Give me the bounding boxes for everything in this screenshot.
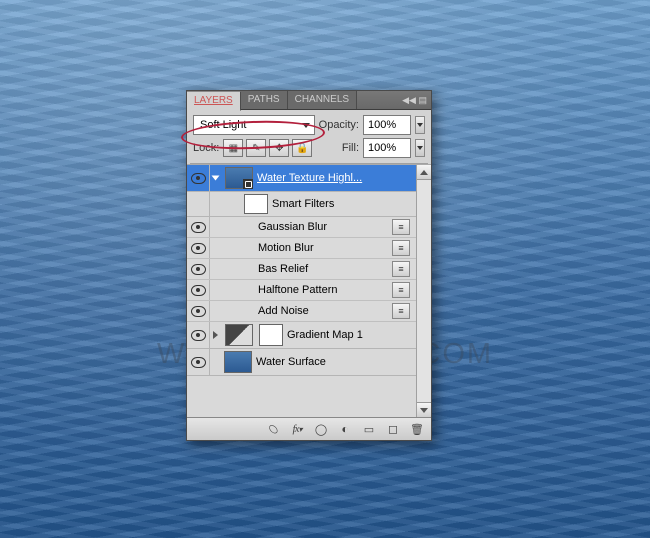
- visibility-toggle[interactable]: [187, 217, 210, 237]
- lock-all-icon[interactable]: 🔒: [292, 139, 312, 157]
- link-layers-icon[interactable]: [263, 421, 283, 437]
- visibility-toggle[interactable]: [187, 349, 210, 375]
- layers-scrollbar[interactable]: [416, 165, 431, 417]
- visibility-toggle[interactable]: [187, 259, 210, 279]
- panel-header: LAYERS PATHS CHANNELS ◀◀ ▤: [187, 91, 431, 110]
- filter-options-icon[interactable]: ≡: [392, 282, 410, 298]
- filter-name: Bas Relief: [258, 263, 392, 275]
- eye-icon: [191, 330, 206, 341]
- layer-name[interactable]: Gradient Map 1: [287, 329, 416, 341]
- lock-icons: ▦ ✎ ✥ 🔒: [223, 139, 312, 157]
- eye-icon: [191, 357, 206, 368]
- eye-icon: [191, 173, 206, 184]
- expand-icon[interactable]: [212, 176, 220, 181]
- visibility-toggle[interactable]: [187, 165, 210, 191]
- visibility-toggle[interactable]: [187, 280, 210, 300]
- visibility-toggle[interactable]: [187, 192, 210, 216]
- layer-name[interactable]: Water Texture Highl...: [257, 172, 416, 184]
- layer-style-icon[interactable]: fx▾: [287, 421, 307, 437]
- scroll-down-icon[interactable]: [417, 402, 431, 417]
- visibility-toggle[interactable]: [187, 238, 210, 258]
- eye-icon: [191, 285, 206, 296]
- visibility-toggle[interactable]: [187, 301, 210, 321]
- filter-bas-relief[interactable]: Bas Relief ≡: [187, 259, 416, 280]
- layers-list: Water Texture Highl... Smart Filters Gau…: [187, 165, 416, 417]
- eye-icon: [191, 306, 206, 317]
- fill-label: Fill:: [342, 142, 359, 154]
- filter-motion-blur[interactable]: Motion Blur ≡: [187, 238, 416, 259]
- new-layer-icon[interactable]: [383, 421, 403, 437]
- layer-thumbnail[interactable]: [225, 167, 253, 189]
- smart-object-badge-icon: [243, 179, 253, 189]
- tab-layers[interactable]: LAYERS: [187, 91, 241, 111]
- tab-channels[interactable]: CHANNELS: [288, 91, 357, 109]
- filter-options-icon[interactable]: ≡: [392, 219, 410, 235]
- blend-opacity-row: Soft Light Opacity: 100%: [187, 110, 431, 138]
- filter-options-icon[interactable]: ≡: [392, 240, 410, 256]
- opacity-label: Opacity:: [319, 119, 359, 131]
- filter-options-icon[interactable]: ≡: [392, 261, 410, 277]
- layers-panel: LAYERS PATHS CHANNELS ◀◀ ▤ Soft Light Op…: [186, 90, 432, 441]
- tab-paths[interactable]: PATHS: [241, 91, 288, 109]
- opacity-flyout-icon[interactable]: [415, 116, 425, 134]
- eye-icon: [191, 243, 206, 254]
- layer-water-surface[interactable]: Water Surface: [187, 349, 416, 376]
- filter-name: Halftone Pattern: [258, 284, 392, 296]
- dropdown-icon: [302, 123, 310, 128]
- panel-menu-icon[interactable]: ◀◀ ▤: [402, 95, 429, 106]
- filter-options-icon[interactable]: ≡: [392, 303, 410, 319]
- layers-list-area: Water Texture Highl... Smart Filters Gau…: [187, 164, 431, 418]
- lock-transparency-icon[interactable]: ▦: [223, 139, 243, 157]
- expand-icon[interactable]: [213, 331, 218, 339]
- scroll-up-icon[interactable]: [417, 165, 431, 180]
- eye-icon: [191, 264, 206, 275]
- add-adjustment-icon[interactable]: [335, 421, 355, 437]
- smart-filters-mask-thumbnail[interactable]: [244, 194, 268, 214]
- lock-position-icon[interactable]: ✥: [269, 139, 289, 157]
- filter-gaussian-blur[interactable]: Gaussian Blur ≡: [187, 217, 416, 238]
- layer-name[interactable]: Water Surface: [256, 356, 416, 368]
- blend-mode-value: Soft Light: [200, 119, 246, 131]
- layer-thumbnail[interactable]: [224, 351, 252, 373]
- opacity-input[interactable]: 100%: [363, 115, 411, 135]
- smart-filters-label: Smart Filters: [272, 198, 416, 210]
- layer-water-texture-highlights[interactable]: Water Texture Highl...: [187, 165, 416, 192]
- smart-filters-header[interactable]: Smart Filters: [187, 192, 416, 217]
- panel-bottom-bar: fx▾: [187, 418, 431, 440]
- lock-fill-row: Lock: ▦ ✎ ✥ 🔒 Fill: 100%: [187, 138, 431, 163]
- add-mask-icon[interactable]: [311, 421, 331, 437]
- opacity-value: 100%: [368, 119, 396, 131]
- new-group-icon[interactable]: [359, 421, 379, 437]
- lock-pixels-icon[interactable]: ✎: [246, 139, 266, 157]
- filter-name: Gaussian Blur: [258, 221, 392, 233]
- fill-input[interactable]: 100%: [363, 138, 411, 158]
- eye-icon: [191, 222, 206, 233]
- lock-label: Lock:: [193, 142, 219, 154]
- scroll-track[interactable]: [417, 180, 431, 402]
- layer-mask-thumbnail[interactable]: [259, 324, 283, 346]
- blend-mode-select[interactable]: Soft Light: [193, 115, 315, 135]
- visibility-toggle[interactable]: [187, 322, 210, 348]
- filter-name: Add Noise: [258, 305, 392, 317]
- adjustment-thumbnail[interactable]: [225, 324, 253, 346]
- filter-add-noise[interactable]: Add Noise ≡: [187, 301, 416, 322]
- layer-gradient-map-1[interactable]: Gradient Map 1: [187, 322, 416, 349]
- filter-halftone-pattern[interactable]: Halftone Pattern ≡: [187, 280, 416, 301]
- filter-name: Motion Blur: [258, 242, 392, 254]
- fill-value: 100%: [368, 142, 396, 154]
- delete-layer-icon[interactable]: [407, 421, 427, 437]
- fill-flyout-icon[interactable]: [415, 139, 425, 157]
